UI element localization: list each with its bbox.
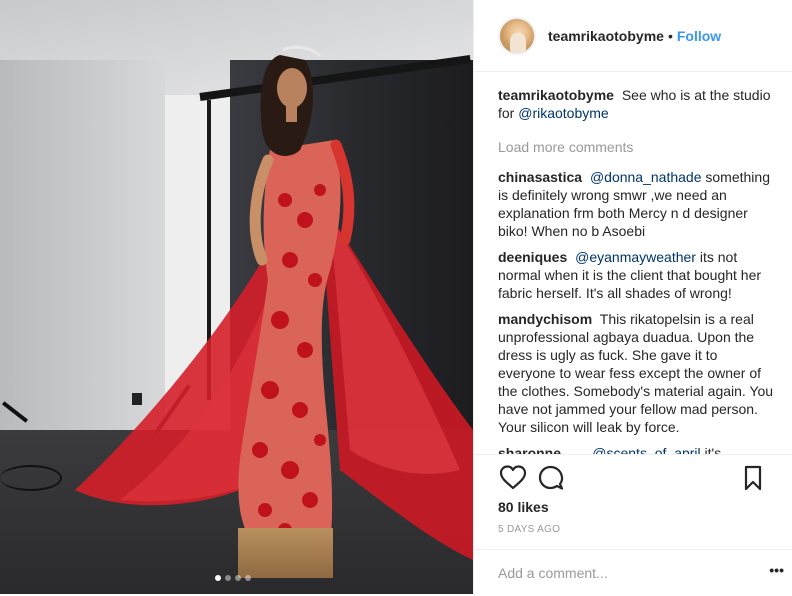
post-actions: 80 likes 5 DAYS AGO ••• [474,454,792,584]
post-header: teamrikaotobyme • Follow [474,0,792,72]
comment-username[interactable]: deeniques [498,249,567,265]
comment-username[interactable]: sharonne___ [498,445,584,454]
load-more-comments-button[interactable]: Load more comments [498,138,778,156]
likes-count[interactable]: 80 likes [498,499,549,515]
caption-mention[interactable]: @rikaotobyme [518,105,608,121]
header-separator: • [667,27,673,44]
comment-item: sharonne___ @scents_of_april it's obviou… [498,444,778,454]
instagram-post: teamrikaotobyme • Follow teamrikaotobyme… [0,0,792,594]
comment-item: mandychisom This rikatopelsin is a real … [498,310,778,436]
bookmark-icon[interactable] [738,463,768,493]
comment-username[interactable]: chinasastica [498,169,582,185]
comment-mention[interactable]: @scents_of_april [592,445,700,454]
comment-text: This rikatopelsin is a real unprofession… [498,311,774,435]
comment-mention[interactable]: @donna_nathade [590,169,702,185]
post-photo[interactable] [0,0,473,594]
username-link[interactable]: teamrikaotobyme [548,28,664,44]
follow-button[interactable]: Follow [677,28,721,44]
carousel-dot[interactable] [225,575,231,581]
caption-username[interactable]: teamrikaotobyme [498,87,614,103]
comment-item: chinasastica @donna_nathade something is… [498,168,778,240]
wooden-box [238,528,333,578]
carousel-dots [215,575,251,581]
carousel-dot-active[interactable] [215,575,221,581]
heart-icon[interactable] [498,463,528,493]
post-timestamp: 5 DAYS AGO [498,524,561,535]
comment-mention[interactable]: @eyanmayweather [575,249,696,265]
carousel-dot[interactable] [245,575,251,581]
post-sidebar: teamrikaotobyme • Follow teamrikaotobyme… [473,0,792,594]
comments-list[interactable]: teamrikaotobyme See who is at the studio… [498,86,778,454]
model-in-red-gown [75,45,473,560]
add-comment-bar: ••• [474,549,792,596]
post-caption: teamrikaotobyme See who is at the studio… [498,86,778,122]
comment-item: deeniques @eyanmayweather its not normal… [498,248,778,302]
comment-icon[interactable] [536,463,566,493]
avatar[interactable] [498,16,536,55]
comment-username[interactable]: mandychisom [498,311,592,327]
carousel-dot[interactable] [235,575,241,581]
more-options-button[interactable]: ••• [769,562,784,578]
add-comment-input[interactable] [498,562,738,584]
action-icons-row [498,463,768,493]
